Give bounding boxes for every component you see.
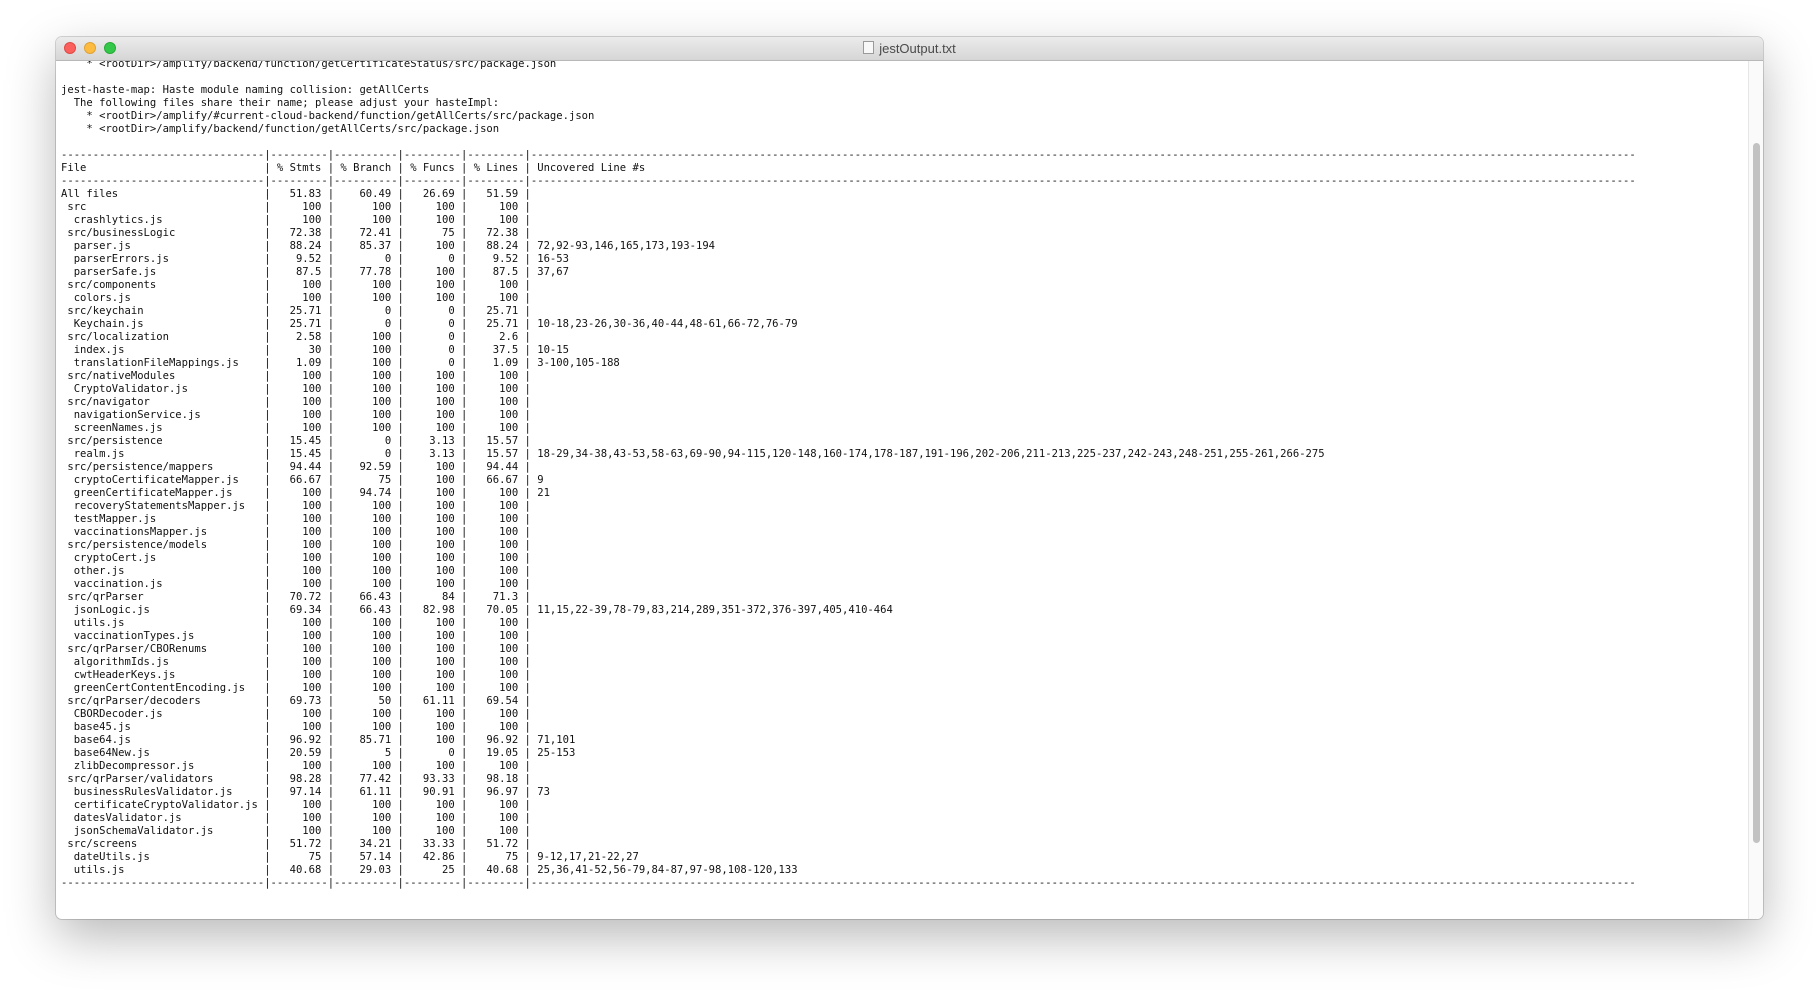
table-row: CryptoValidator.js | 100 | 100 | 100 | 1… (61, 383, 538, 395)
table-row: certificateCryptoValidator.js | 100 | 10… (61, 799, 538, 811)
table-row: datesValidator.js | 100 | 100 | 100 | 10… (61, 812, 538, 824)
table-row: other.js | 100 | 100 | 100 | 100 | (61, 565, 538, 577)
table-row: translationFileMappings.js | 1.09 | 100 … (61, 357, 620, 369)
table-separator: --------------------------------|-------… (61, 149, 1636, 161)
table-row: src/persistence | 15.45 | 0 | 3.13 | 15.… (61, 435, 538, 447)
table-row: src/qrParser/decoders | 69.73 | 50 | 61.… (61, 695, 538, 707)
table-row: Keychain.js | 25.71 | 0 | 0 | 25.71 | 10… (61, 318, 798, 330)
table-row: utils.js | 100 | 100 | 100 | 100 | (61, 617, 538, 629)
scrollbar-thumb[interactable] (1753, 143, 1760, 843)
table-row: src/businessLogic | 72.38 | 72.41 | 75 |… (61, 227, 538, 239)
vertical-scrollbar[interactable] (1748, 61, 1763, 919)
table-row: vaccinationsMapper.js | 100 | 100 | 100 … (61, 526, 538, 538)
table-row: parserSafe.js | 87.5 | 77.78 | 100 | 87.… (61, 266, 569, 278)
table-row: jsonLogic.js | 69.34 | 66.43 | 82.98 | 7… (61, 604, 893, 616)
table-row: testMapper.js | 100 | 100 | 100 | 100 | (61, 513, 538, 525)
table-row: cryptoCert.js | 100 | 100 | 100 | 100 | (61, 552, 538, 564)
table-row: src/persistence/mappers | 94.44 | 92.59 … (61, 461, 538, 473)
log-line: * <rootDir>/amplify/backend/function/get… (61, 61, 557, 70)
log-line: The following files share their name; pl… (61, 97, 500, 109)
text-document-icon (863, 41, 875, 54)
table-row: realm.js | 15.45 | 0 | 3.13 | 15.57 | 18… (61, 448, 1325, 460)
jest-output-text: * <rootDir>/amplify/backend/function/get… (56, 61, 1749, 890)
table-row: parser.js | 88.24 | 85.37 | 100 | 88.24 … (61, 240, 716, 252)
table-row: navigationService.js | 100 | 100 | 100 |… (61, 409, 538, 421)
table-row: parserErrors.js | 9.52 | 0 | 0 | 9.52 | … (61, 253, 569, 265)
log-line: jest-haste-map: Haste module naming coll… (61, 84, 430, 96)
table-row: All files | 51.83 | 60.49 | 26.69 | 51.5… (61, 188, 538, 200)
log-line: * <rootDir>/amplify/#current-cloud-backe… (61, 110, 595, 122)
table-header: File | % Stmts | % Branch | % Funcs | % … (61, 162, 646, 174)
table-row: src/components | 100 | 100 | 100 | 100 | (61, 279, 538, 291)
table-row: src | 100 | 100 | 100 | 100 | (61, 201, 538, 213)
log-line: * <rootDir>/amplify/backend/function/get… (61, 123, 500, 135)
table-row: src/persistence/models | 100 | 100 | 100… (61, 539, 538, 551)
table-separator: --------------------------------|-------… (61, 877, 1636, 889)
table-row: crashlytics.js | 100 | 100 | 100 | 100 | (61, 214, 538, 226)
table-row: utils.js | 40.68 | 29.03 | 25 | 40.68 | … (61, 864, 798, 876)
table-row: colors.js | 100 | 100 | 100 | 100 | (61, 292, 538, 304)
table-row: base45.js | 100 | 100 | 100 | 100 | (61, 721, 538, 733)
table-row: src/screens | 51.72 | 34.21 | 33.33 | 51… (61, 838, 538, 850)
table-row: zlibDecompressor.js | 100 | 100 | 100 | … (61, 760, 538, 772)
table-row: src/nativeModules | 100 | 100 | 100 | 10… (61, 370, 538, 382)
text-editor-window: jestOutput.txt * <rootDir>/amplify/backe… (56, 37, 1763, 919)
table-row: greenCertificateMapper.js | 100 | 94.74 … (61, 487, 550, 499)
table-row: src/navigator | 100 | 100 | 100 | 100 | (61, 396, 538, 408)
table-row: base64.js | 96.92 | 85.71 | 100 | 96.92 … (61, 734, 576, 746)
table-row: cwtHeaderKeys.js | 100 | 100 | 100 | 100… (61, 669, 538, 681)
table-row: greenCertContentEncoding.js | 100 | 100 … (61, 682, 538, 694)
table-row: businessRulesValidator.js | 97.14 | 61.1… (61, 786, 550, 798)
window-title: jestOutput.txt (56, 41, 1763, 56)
table-row: src/qrParser | 70.72 | 66.43 | 84 | 71.3… (61, 591, 538, 603)
table-row: vaccinationTypes.js | 100 | 100 | 100 | … (61, 630, 538, 642)
table-separator: --------------------------------|-------… (61, 175, 1636, 187)
document-text-area[interactable]: * <rootDir>/amplify/backend/function/get… (56, 61, 1749, 919)
title-bar[interactable]: jestOutput.txt (56, 37, 1763, 61)
table-row: jsonSchemaValidator.js | 100 | 100 | 100… (61, 825, 538, 837)
table-row: cryptoCertificateMapper.js | 66.67 | 75 … (61, 474, 544, 486)
window-title-text: jestOutput.txt (879, 41, 956, 56)
table-row: src/localization | 2.58 | 100 | 0 | 2.6 … (61, 331, 538, 343)
table-row: recoveryStatementsMapper.js | 100 | 100 … (61, 500, 538, 512)
table-row: base64New.js | 20.59 | 5 | 0 | 19.05 | 2… (61, 747, 576, 759)
table-row: algorithmIds.js | 100 | 100 | 100 | 100 … (61, 656, 538, 668)
table-row: src/keychain | 25.71 | 0 | 0 | 25.71 | (61, 305, 538, 317)
table-row: index.js | 30 | 100 | 0 | 37.5 | 10-15 (61, 344, 569, 356)
table-row: CBORDecoder.js | 100 | 100 | 100 | 100 | (61, 708, 538, 720)
table-row: dateUtils.js | 75 | 57.14 | 42.86 | 75 |… (61, 851, 639, 863)
table-row: src/qrParser/CBORenums | 100 | 100 | 100… (61, 643, 538, 655)
table-row: src/qrParser/validators | 98.28 | 77.42 … (61, 773, 538, 785)
table-row: screenNames.js | 100 | 100 | 100 | 100 | (61, 422, 538, 434)
table-row: vaccination.js | 100 | 100 | 100 | 100 | (61, 578, 538, 590)
